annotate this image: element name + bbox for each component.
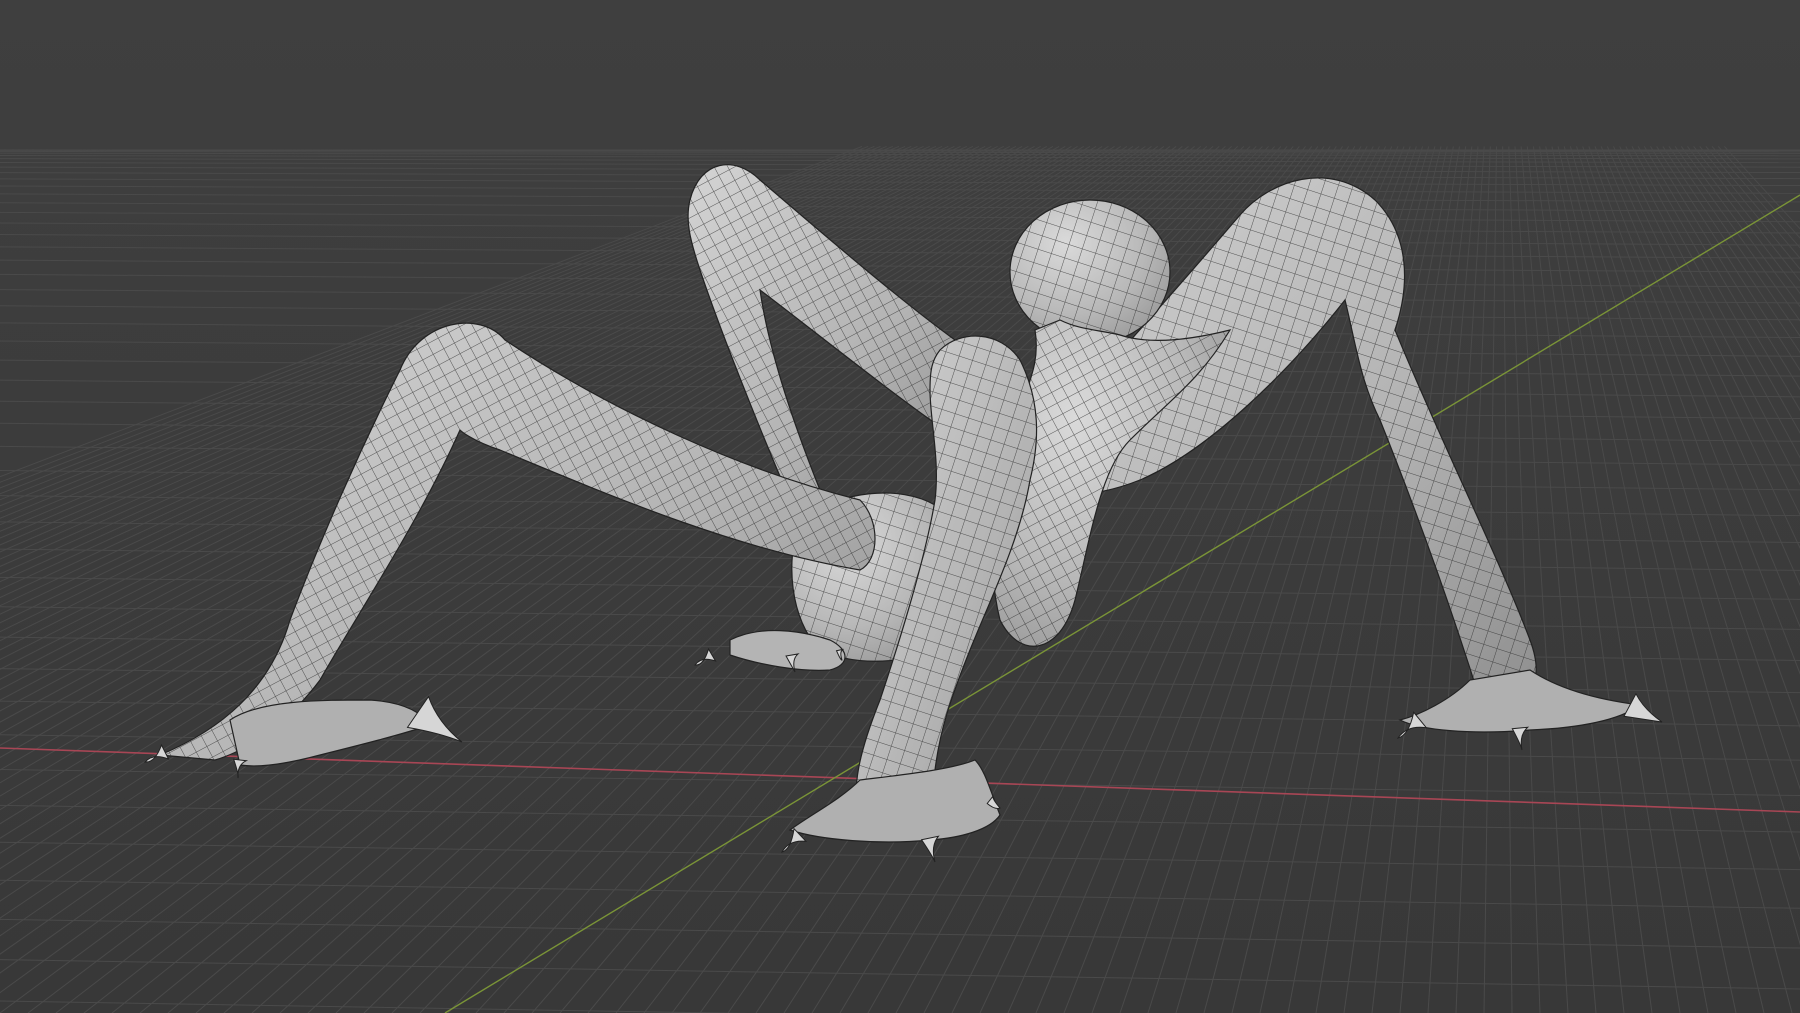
head[interactable]	[1009, 199, 1171, 345]
viewport-canvas[interactable]	[0, 0, 1800, 1013]
3d-viewport[interactable]	[0, 0, 1800, 1013]
